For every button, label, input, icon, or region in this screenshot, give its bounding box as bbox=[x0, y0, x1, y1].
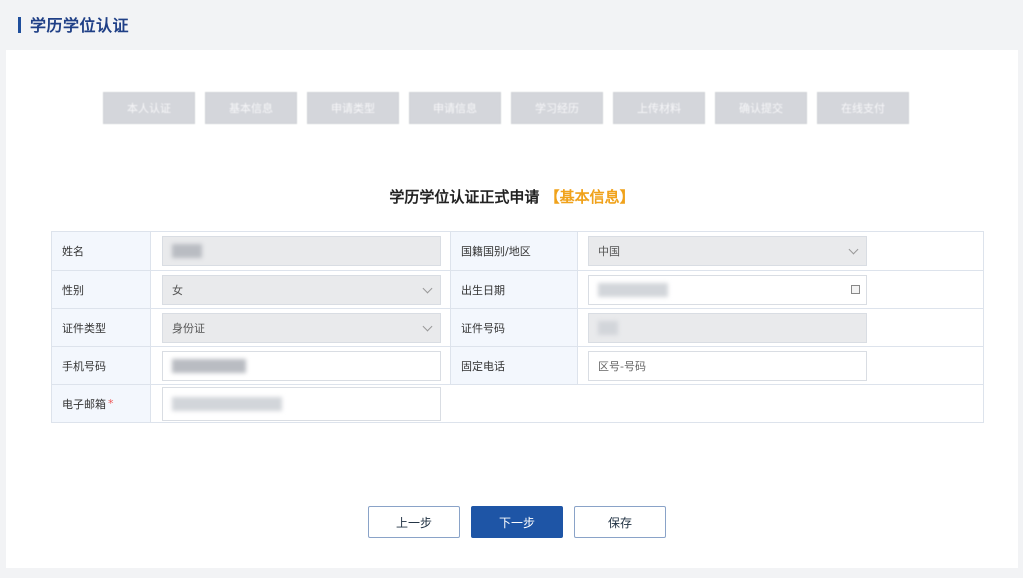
landline-label: 固定电话 bbox=[450, 347, 578, 384]
gender-select[interactable]: 女 bbox=[162, 275, 441, 305]
mobile-label: 手机号码 bbox=[52, 347, 151, 384]
main-panel: 本人认证 基本信息 申请类型 申请信息 学习经历 上传材料 确认提交 在线支付 … bbox=[6, 50, 1018, 568]
step-upload-materials[interactable]: 上传材料 bbox=[613, 92, 705, 124]
step-progress: 本人认证 基本信息 申请类型 申请信息 学习经历 上传材料 确认提交 在线支付 bbox=[103, 92, 909, 124]
page-title: 学历学位认证 bbox=[30, 16, 130, 35]
page-header: 学历学位认证 bbox=[0, 0, 1023, 48]
form-actions: 上一步 下一步 保存 bbox=[6, 506, 1018, 540]
redacted-value bbox=[172, 397, 282, 411]
id-type-value: 身份证 bbox=[172, 322, 205, 335]
id-type-select[interactable]: 身份证 bbox=[162, 313, 441, 343]
email-label: 电子邮箱 * bbox=[52, 385, 151, 422]
id-type-label: 证件类型 bbox=[52, 309, 151, 346]
step-online-payment[interactable]: 在线支付 bbox=[817, 92, 909, 124]
step-study-history[interactable]: 学习经历 bbox=[511, 92, 603, 124]
redacted-value bbox=[172, 359, 246, 373]
chevron-down-icon bbox=[848, 244, 859, 255]
id-number-field bbox=[588, 313, 867, 343]
basic-info-form: 姓名 国籍国别/地区 中国 性别 女 出生日期 证件类型 身份证 证件号码 手机… bbox=[51, 231, 984, 423]
nationality-value: 中国 bbox=[598, 245, 620, 258]
step-confirm-submit[interactable]: 确认提交 bbox=[715, 92, 807, 124]
required-mark: * bbox=[108, 397, 114, 410]
header-accent-bar bbox=[18, 17, 21, 33]
nationality-select[interactable]: 中国 bbox=[588, 236, 867, 266]
chevron-down-icon bbox=[422, 321, 433, 332]
id-number-label: 证件号码 bbox=[450, 309, 578, 346]
step-application-type[interactable]: 申请类型 bbox=[307, 92, 399, 124]
gender-label: 性别 bbox=[52, 271, 151, 308]
step-basic-info[interactable]: 基本信息 bbox=[205, 92, 297, 124]
email-field[interactable] bbox=[162, 387, 441, 421]
next-step-button[interactable]: 下一步 bbox=[471, 506, 563, 538]
prev-step-button[interactable]: 上一步 bbox=[368, 506, 460, 538]
step-application-info[interactable]: 申请信息 bbox=[409, 92, 501, 124]
gender-value: 女 bbox=[172, 284, 183, 297]
mobile-field[interactable] bbox=[162, 351, 441, 381]
form-subtitle: 【基本信息】 bbox=[544, 188, 635, 206]
name-field bbox=[162, 236, 441, 266]
name-label: 姓名 bbox=[52, 232, 151, 270]
email-label-text: 电子邮箱 bbox=[62, 397, 106, 411]
form-heading: 学历学位认证正式申请 【基本信息】 bbox=[6, 186, 1018, 207]
redacted-value bbox=[172, 244, 202, 258]
form-row: 电子邮箱 * bbox=[52, 384, 983, 422]
form-row: 证件类型 身份证 证件号码 bbox=[52, 308, 983, 346]
step-identity-auth[interactable]: 本人认证 bbox=[103, 92, 195, 124]
birthdate-label: 出生日期 bbox=[450, 271, 578, 308]
landline-field[interactable]: 区号-号码 bbox=[588, 351, 867, 381]
birthdate-field[interactable] bbox=[588, 275, 867, 305]
form-title: 学历学位认证正式申请 bbox=[389, 188, 540, 206]
form-row: 手机号码 固定电话 区号-号码 bbox=[52, 346, 983, 384]
landline-placeholder: 区号-号码 bbox=[598, 360, 646, 373]
form-row: 性别 女 出生日期 bbox=[52, 270, 983, 308]
nationality-label: 国籍国别/地区 bbox=[450, 232, 578, 270]
redacted-value bbox=[598, 283, 668, 297]
save-button[interactable]: 保存 bbox=[574, 506, 666, 538]
calendar-icon[interactable] bbox=[851, 285, 860, 294]
form-row: 姓名 国籍国别/地区 中国 bbox=[52, 232, 983, 270]
redacted-value bbox=[598, 321, 618, 335]
chevron-down-icon bbox=[422, 283, 433, 294]
